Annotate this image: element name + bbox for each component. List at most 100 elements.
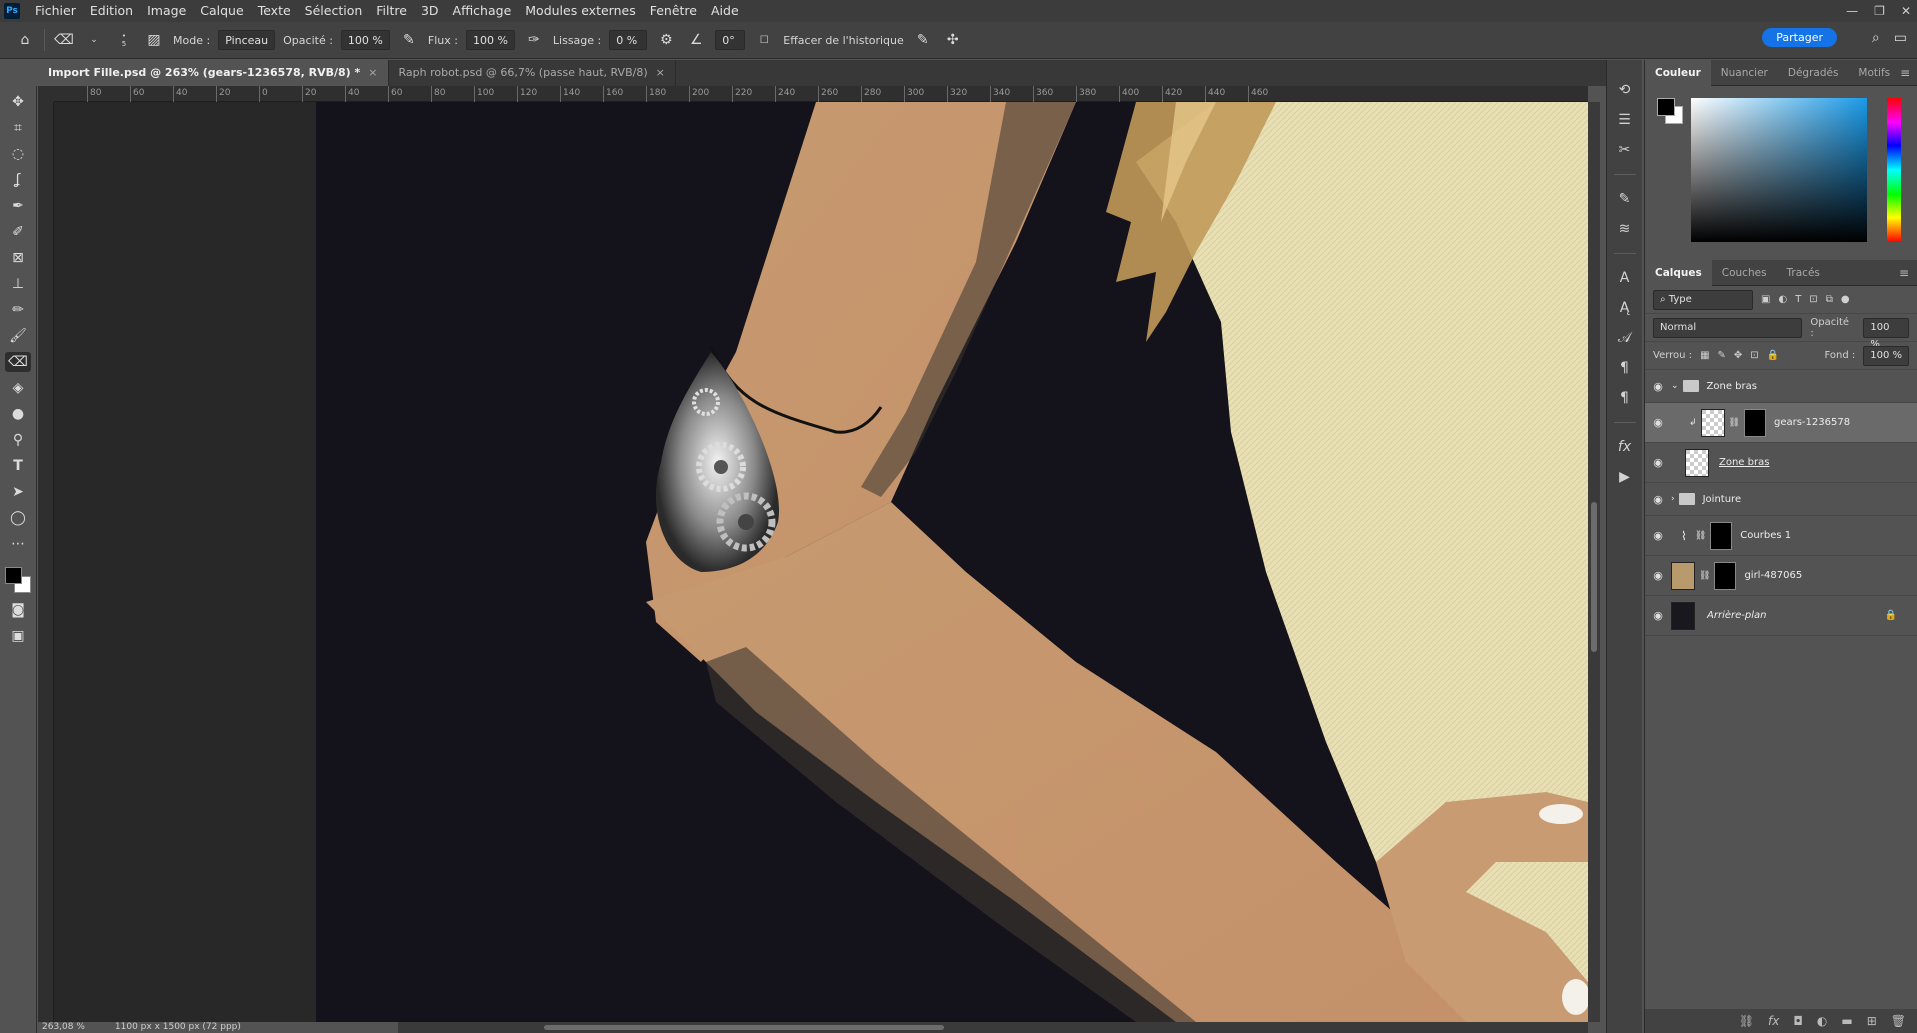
lasso-tool-icon[interactable]: ʆ	[5, 170, 31, 190]
lock-all-icon[interactable]: 🔒	[1767, 350, 1779, 361]
layer-gears-1236578[interactable]: ◉ ↲ ⛓ gears-1236578	[1645, 403, 1917, 443]
dodge-tool-icon[interactable]: ⚲	[5, 430, 31, 450]
tab-traces[interactable]: Tracés	[1777, 260, 1830, 286]
ellipse-tool-icon[interactable]: ◯	[5, 508, 31, 528]
close-icon[interactable]: ×	[656, 66, 665, 79]
tab-raph-robot[interactable]: Raph robot.psd @ 66,7% (passe haut, RVB/…	[389, 60, 676, 86]
type-tool-icon[interactable]: T	[5, 456, 31, 476]
move-tool-icon[interactable]: ✥	[5, 92, 31, 112]
panel-menu-icon[interactable]: ≡	[1899, 266, 1909, 280]
new-adjustment-icon[interactable]: ◐	[1817, 1014, 1827, 1028]
visibility-eye-icon[interactable]: ◉	[1645, 569, 1671, 582]
character-styles-icon[interactable]: Ą	[1614, 298, 1636, 318]
visibility-eye-icon[interactable]: ◉	[1645, 493, 1671, 506]
color-field[interactable]	[1691, 98, 1867, 242]
quick-mask-icon[interactable]: ◙	[5, 600, 31, 620]
fill-input[interactable]: 100 %	[1863, 345, 1909, 366]
menu-calque[interactable]: Calque	[193, 0, 250, 22]
hue-slider[interactable]	[1887, 98, 1901, 242]
eyedropper-tool-icon[interactable]: ✏	[5, 300, 31, 320]
brushes-icon[interactable]: ≋	[1614, 219, 1636, 239]
document-canvas[interactable]	[316, 102, 1588, 1022]
layer-courbes-1[interactable]: ◉ ⌇ ⛓ Courbes 1	[1645, 516, 1917, 556]
layer-mask-thumbnail[interactable]	[1714, 561, 1737, 590]
paint-bucket-tool-icon[interactable]: ◈	[5, 378, 31, 398]
foreground-color-swatch[interactable]	[5, 567, 22, 584]
mode-select[interactable]: Pinceau	[218, 30, 276, 50]
character-icon[interactable]: A	[1614, 268, 1636, 288]
chevron-right-icon[interactable]: ›	[1671, 494, 1675, 504]
chevron-down-icon[interactable]: ⌄	[83, 29, 105, 51]
filter-adjustment-icon[interactable]: ◐	[1778, 294, 1787, 305]
tool-presets-icon[interactable]: ✂	[1614, 140, 1636, 160]
menu-modules-externes[interactable]: Modules externes	[518, 0, 642, 22]
more-tools-icon[interactable]: ⋯	[5, 534, 31, 554]
minimize-icon[interactable]: —	[1846, 4, 1858, 18]
path-selection-tool-icon[interactable]: ➤	[5, 482, 31, 502]
menu-image[interactable]: Image	[140, 0, 193, 22]
glyphs-icon[interactable]: 𝒜	[1614, 328, 1636, 348]
close-icon[interactable]: ✕	[1901, 4, 1911, 18]
lock-position-icon[interactable]: ✥	[1734, 350, 1742, 361]
visibility-eye-icon[interactable]: ◉	[1645, 529, 1671, 542]
blend-mode-select[interactable]: Normal	[1653, 317, 1803, 338]
lock-artboard-icon[interactable]: ⊡	[1750, 350, 1758, 361]
layer-group-zone-bras[interactable]: ◉ ⌄ Zone bras	[1645, 370, 1917, 403]
lock-pixels-icon[interactable]: ✎	[1718, 350, 1726, 361]
layer-group-jointure[interactable]: ◉ › Jointure	[1645, 483, 1917, 516]
opacity-input[interactable]: 100 %	[340, 30, 390, 50]
menu-fenetre[interactable]: Fenêtre	[643, 0, 704, 22]
tab-calques[interactable]: Calques	[1645, 259, 1712, 286]
menu-aide[interactable]: Aide	[704, 0, 746, 22]
close-icon[interactable]: ×	[368, 66, 377, 79]
quick-selection-tool-icon[interactable]: ✐	[5, 222, 31, 242]
smoothing-input[interactable]: 0 %	[609, 30, 648, 50]
gear-icon[interactable]: ⚙	[655, 29, 677, 51]
layer-opacity-input[interactable]: 100 %	[1863, 317, 1909, 350]
vertical-scrollbar-thumb[interactable]	[1591, 502, 1597, 652]
layer-arriere-plan[interactable]: ◉ Arrière-plan 🔒	[1645, 596, 1917, 636]
visibility-eye-icon[interactable]: ◉	[1645, 416, 1671, 429]
horizontal-scrollbar-thumb[interactable]	[544, 1025, 944, 1030]
vertical-scrollbar[interactable]	[1588, 102, 1600, 1022]
home-icon[interactable]: ⌂	[14, 29, 36, 51]
restore-icon[interactable]: ❐	[1874, 4, 1885, 18]
chevron-down-icon[interactable]: ⌄	[1671, 381, 1679, 391]
erase-history-checkbox[interactable]: ☐	[753, 29, 775, 51]
blur-tool-icon[interactable]: ●	[5, 404, 31, 424]
share-button[interactable]: Partager	[1762, 28, 1837, 47]
tab-import-fille[interactable]: Import Fille.psd @ 263% (gears-1236578, …	[38, 60, 389, 86]
link-icon[interactable]: ⛓	[1695, 531, 1706, 541]
eraser-tool-icon[interactable]: ⌫	[5, 352, 31, 372]
stamp-tool-icon[interactable]: ⊥	[5, 274, 31, 294]
layer-girl-487065[interactable]: ◉ ⛓ girl-487065	[1645, 556, 1917, 596]
frame-tool-icon[interactable]: ⊠	[5, 248, 31, 268]
angle-input[interactable]: 0°	[715, 30, 746, 50]
visibility-eye-icon[interactable]: ◉	[1645, 380, 1671, 393]
adjustments-icon[interactable]: ☰	[1614, 110, 1636, 130]
canvas-area[interactable]	[54, 102, 1588, 1022]
menu-3d[interactable]: 3D	[414, 0, 446, 22]
screen-mode-icon[interactable]: ▣	[5, 626, 31, 646]
airbrush-icon[interactable]: ✑	[523, 29, 545, 51]
tab-couleur[interactable]: Couleur	[1645, 59, 1711, 86]
layer-style-fx-icon[interactable]: fx	[1768, 1014, 1779, 1028]
pen-tool-icon[interactable]: ✒	[5, 196, 31, 216]
visibility-eye-icon[interactable]: ◉	[1645, 456, 1671, 469]
brush-settings-icon[interactable]: ▨	[143, 29, 165, 51]
history-icon[interactable]: ⟲	[1614, 80, 1636, 100]
zoom-level[interactable]: 263,08 %	[42, 1022, 85, 1033]
color-swatches[interactable]	[4, 566, 32, 594]
actions-play-icon[interactable]: ▶	[1614, 467, 1636, 487]
tab-motifs[interactable]: Motifs	[1848, 60, 1900, 86]
crop-tool-icon[interactable]: ⌗	[5, 118, 31, 138]
foreground-color-swatch[interactable]	[1657, 98, 1675, 116]
menu-texte[interactable]: Texte	[251, 0, 298, 22]
tab-degrades[interactable]: Dégradés	[1778, 60, 1849, 86]
add-mask-icon[interactable]: ◘	[1793, 1014, 1803, 1028]
link-icon[interactable]: ⛓	[1699, 571, 1710, 581]
layer-filter-select[interactable]: ⌕ Type	[1653, 289, 1753, 310]
search-icon[interactable]: ⌕	[1872, 30, 1880, 46]
panel-menu-icon[interactable]: ≡	[1900, 66, 1910, 80]
layer-mask-thumbnail[interactable]	[1710, 521, 1733, 550]
